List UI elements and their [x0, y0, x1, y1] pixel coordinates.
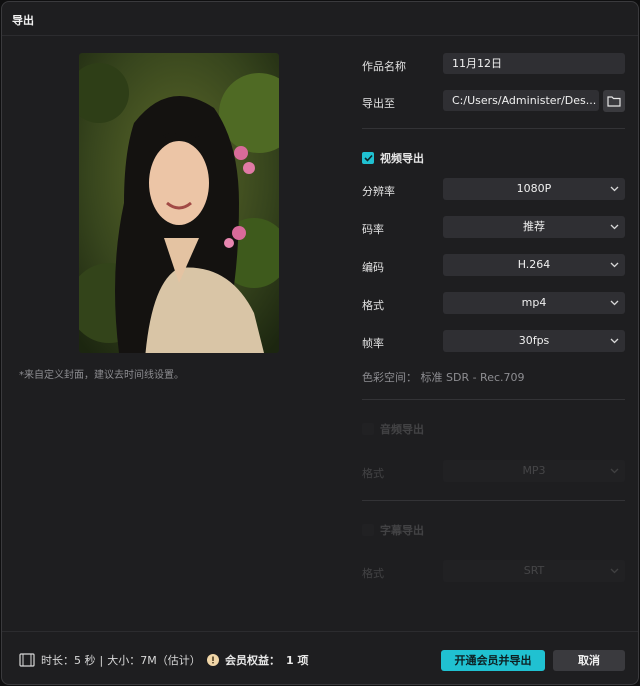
bitrate-select[interactable]: 推荐 [443, 216, 625, 238]
audio-format-value: MP3 [522, 464, 546, 477]
color-space-info: 色彩空间： 标准 SDR - Rec.709 [362, 371, 525, 384]
codec-label: 编码 [362, 261, 384, 274]
folder-icon [607, 96, 621, 107]
subtitle-format-value: SRT [523, 564, 545, 577]
resolution-select[interactable]: 1080P [443, 178, 625, 200]
audio-format-select[interactable]: MP3 [443, 460, 625, 482]
path-input[interactable]: C:/Users/Administer/Des... [443, 90, 599, 111]
audio-format-label: 格式 [362, 467, 384, 480]
chevron-down-icon [610, 262, 619, 268]
cancel-button[interactable]: 取消 [553, 650, 625, 671]
video-export-checkbox[interactable] [362, 152, 374, 164]
export-info: 时长： 5 秒 | 大小： 7M（估计） [19, 652, 201, 668]
separator: | [99, 653, 104, 667]
framerate-value: 30fps [518, 334, 550, 347]
chevron-down-icon [610, 224, 619, 230]
duration-value: 5 秒 [74, 654, 96, 667]
subtitle-format-label: 格式 [362, 567, 384, 580]
title-bar: 导出 [2, 2, 638, 36]
info-warning-icon [207, 654, 219, 666]
browse-folder-button[interactable] [603, 90, 625, 112]
subscribe-export-button[interactable]: 开通会员并导出 [441, 650, 545, 671]
codec-value: H.264 [517, 258, 551, 271]
format-select[interactable]: mp4 [443, 292, 625, 314]
size-value: 7M（估计） [140, 654, 201, 667]
bitrate-label: 码率 [362, 223, 384, 236]
divider [362, 500, 625, 501]
video-export-toggle[interactable]: 视频导出 [362, 150, 424, 166]
export-dialog: 导出 *来自定义封面，建议去时间线设置。 作品名称 11月12日 导出至 C:/… [1, 1, 639, 685]
member-value: 1 项 [286, 654, 309, 667]
film-icon [19, 653, 35, 667]
audio-export-label: 音频导出 [380, 423, 424, 436]
chevron-down-icon [610, 338, 619, 344]
bitrate-value: 推荐 [523, 220, 545, 233]
chevron-down-icon [610, 186, 619, 192]
subtitle-export-checkbox[interactable] [362, 524, 374, 536]
chevron-down-icon [610, 300, 619, 306]
framerate-select[interactable]: 30fps [443, 330, 625, 352]
cover-thumbnail[interactable] [79, 53, 279, 353]
subtitle-format-select[interactable]: SRT [443, 560, 625, 582]
name-input[interactable]: 11月12日 [443, 53, 625, 74]
format-label: 格式 [362, 299, 384, 312]
dialog-title: 导出 [12, 14, 34, 27]
chevron-down-icon [610, 468, 619, 474]
path-label: 导出至 [362, 97, 395, 110]
divider [362, 128, 625, 129]
subtitle-export-label: 字幕导出 [380, 524, 424, 537]
cover-note: *来自定义封面，建议去时间线设置。 [19, 370, 184, 381]
audio-export-checkbox[interactable] [362, 423, 374, 435]
duration-label: 时长： [41, 654, 74, 667]
subtitle-export-toggle[interactable]: 字幕导出 [362, 522, 424, 538]
audio-export-toggle[interactable]: 音频导出 [362, 421, 424, 437]
footer-divider [2, 631, 638, 632]
resolution-value: 1080P [516, 182, 552, 195]
member-benefits[interactable]: 会员权益： 1 项 [207, 652, 308, 668]
format-value: mp4 [521, 296, 547, 309]
size-label: 大小： [107, 654, 141, 667]
framerate-label: 帧率 [362, 337, 384, 350]
portrait-image [79, 53, 279, 353]
name-label: 作品名称 [362, 60, 406, 73]
video-export-label: 视频导出 [380, 152, 424, 165]
check-icon [363, 154, 373, 162]
member-label: 会员权益： [225, 654, 280, 667]
chevron-down-icon [610, 568, 619, 574]
resolution-label: 分辨率 [362, 185, 395, 198]
divider [362, 399, 625, 400]
codec-select[interactable]: H.264 [443, 254, 625, 276]
